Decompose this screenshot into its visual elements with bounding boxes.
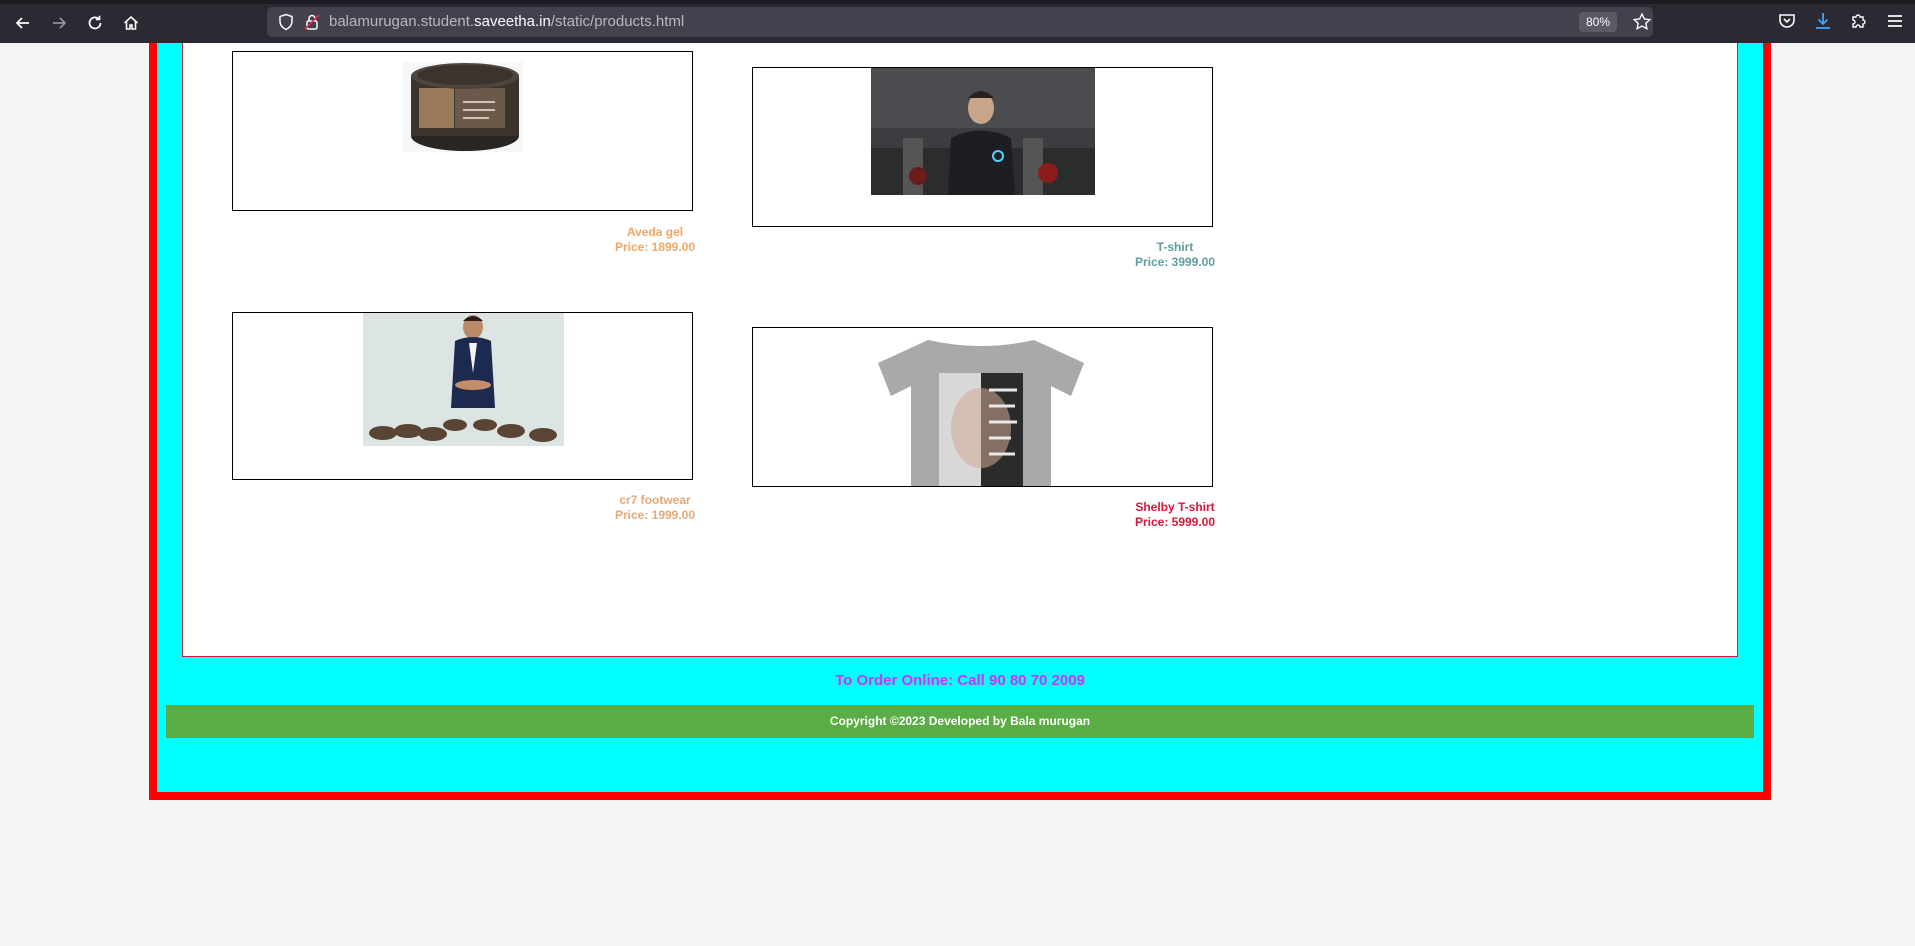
pocket-button[interactable] — [1777, 11, 1799, 33]
downloads-button[interactable] — [1813, 11, 1835, 33]
back-arrow-icon — [15, 17, 29, 29]
product-price: Price: 5999.00 — [1134, 515, 1216, 529]
insecure-lock-icon[interactable] — [303, 13, 321, 31]
tab-strip-edge — [0, 0, 1915, 4]
reload-button[interactable] — [82, 10, 108, 36]
copyright-footer: Copyright ©2023 Developed by Bala muruga… — [166, 705, 1754, 738]
shelby-tshirt-photo-image — [878, 340, 1084, 486]
product-image-frame-shelby-tshirt[interactable] — [752, 327, 1213, 487]
product-caption-shelby-tshirt: Shelby T-shirt Price: 5999.00 — [1100, 500, 1250, 530]
product-image-frame-cr7-footwear[interactable] — [232, 312, 693, 480]
product-name: T-shirt — [1156, 240, 1194, 254]
puzzle-piece-icon — [1852, 14, 1866, 28]
product-caption-tshirt: T-shirt Price: 3999.00 — [1100, 240, 1250, 270]
hamburger-menu-icon — [1888, 15, 1902, 27]
url-path: /static/products.html — [550, 13, 685, 30]
product-caption-cr7-footwear: cr7 footwear Price: 1999.00 — [580, 493, 730, 523]
forward-button[interactable] — [46, 10, 72, 36]
zoom-level-badge[interactable]: 80% — [1579, 12, 1618, 32]
tshirt-man-photo-image — [871, 68, 1095, 195]
app-menu-button[interactable] — [1885, 11, 1907, 33]
browser-toolbar: balamurugan.student.saveetha.in/static/p… — [0, 0, 1915, 43]
product-name: Shelby T-shirt — [1135, 500, 1215, 514]
forward-arrow-icon — [53, 17, 67, 29]
product-caption-aveda-gel: Aveda gel Price: 1899.00 — [580, 225, 730, 255]
bookmark-star-icon[interactable] — [1632, 12, 1652, 32]
address-bar[interactable]: balamurugan.student.saveetha.in/static/p… — [267, 7, 1653, 37]
product-name: cr7 footwear — [619, 493, 691, 507]
product-price: Price: 3999.00 — [1134, 255, 1216, 269]
aveda-gel-jar-image — [403, 62, 523, 152]
product-price: Price: 1999.00 — [614, 508, 696, 522]
tracking-protection-shield-icon[interactable] — [277, 13, 295, 31]
cr7-footwear-photo-image — [363, 313, 564, 446]
back-button[interactable] — [10, 10, 36, 36]
home-button[interactable] — [118, 10, 144, 36]
product-image-frame-tshirt[interactable] — [752, 67, 1213, 227]
extensions-button[interactable] — [1849, 11, 1871, 33]
reload-icon — [88, 15, 102, 30]
product-price: Price: 1899.00 — [614, 240, 696, 254]
url-text[interactable]: balamurugan.student.saveetha.in/static/p… — [329, 13, 684, 30]
url-prefix: balamurugan.student. — [329, 13, 475, 30]
home-icon — [123, 15, 139, 30]
url-host: saveetha.in — [474, 13, 551, 30]
product-name: Aveda gel — [626, 225, 684, 239]
product-image-frame-aveda-gel[interactable] — [232, 51, 693, 211]
order-online-text: To Order Online: Call 90 80 70 2009 — [835, 672, 1085, 689]
pocket-icon — [1779, 14, 1795, 28]
download-icon — [1816, 13, 1830, 29]
